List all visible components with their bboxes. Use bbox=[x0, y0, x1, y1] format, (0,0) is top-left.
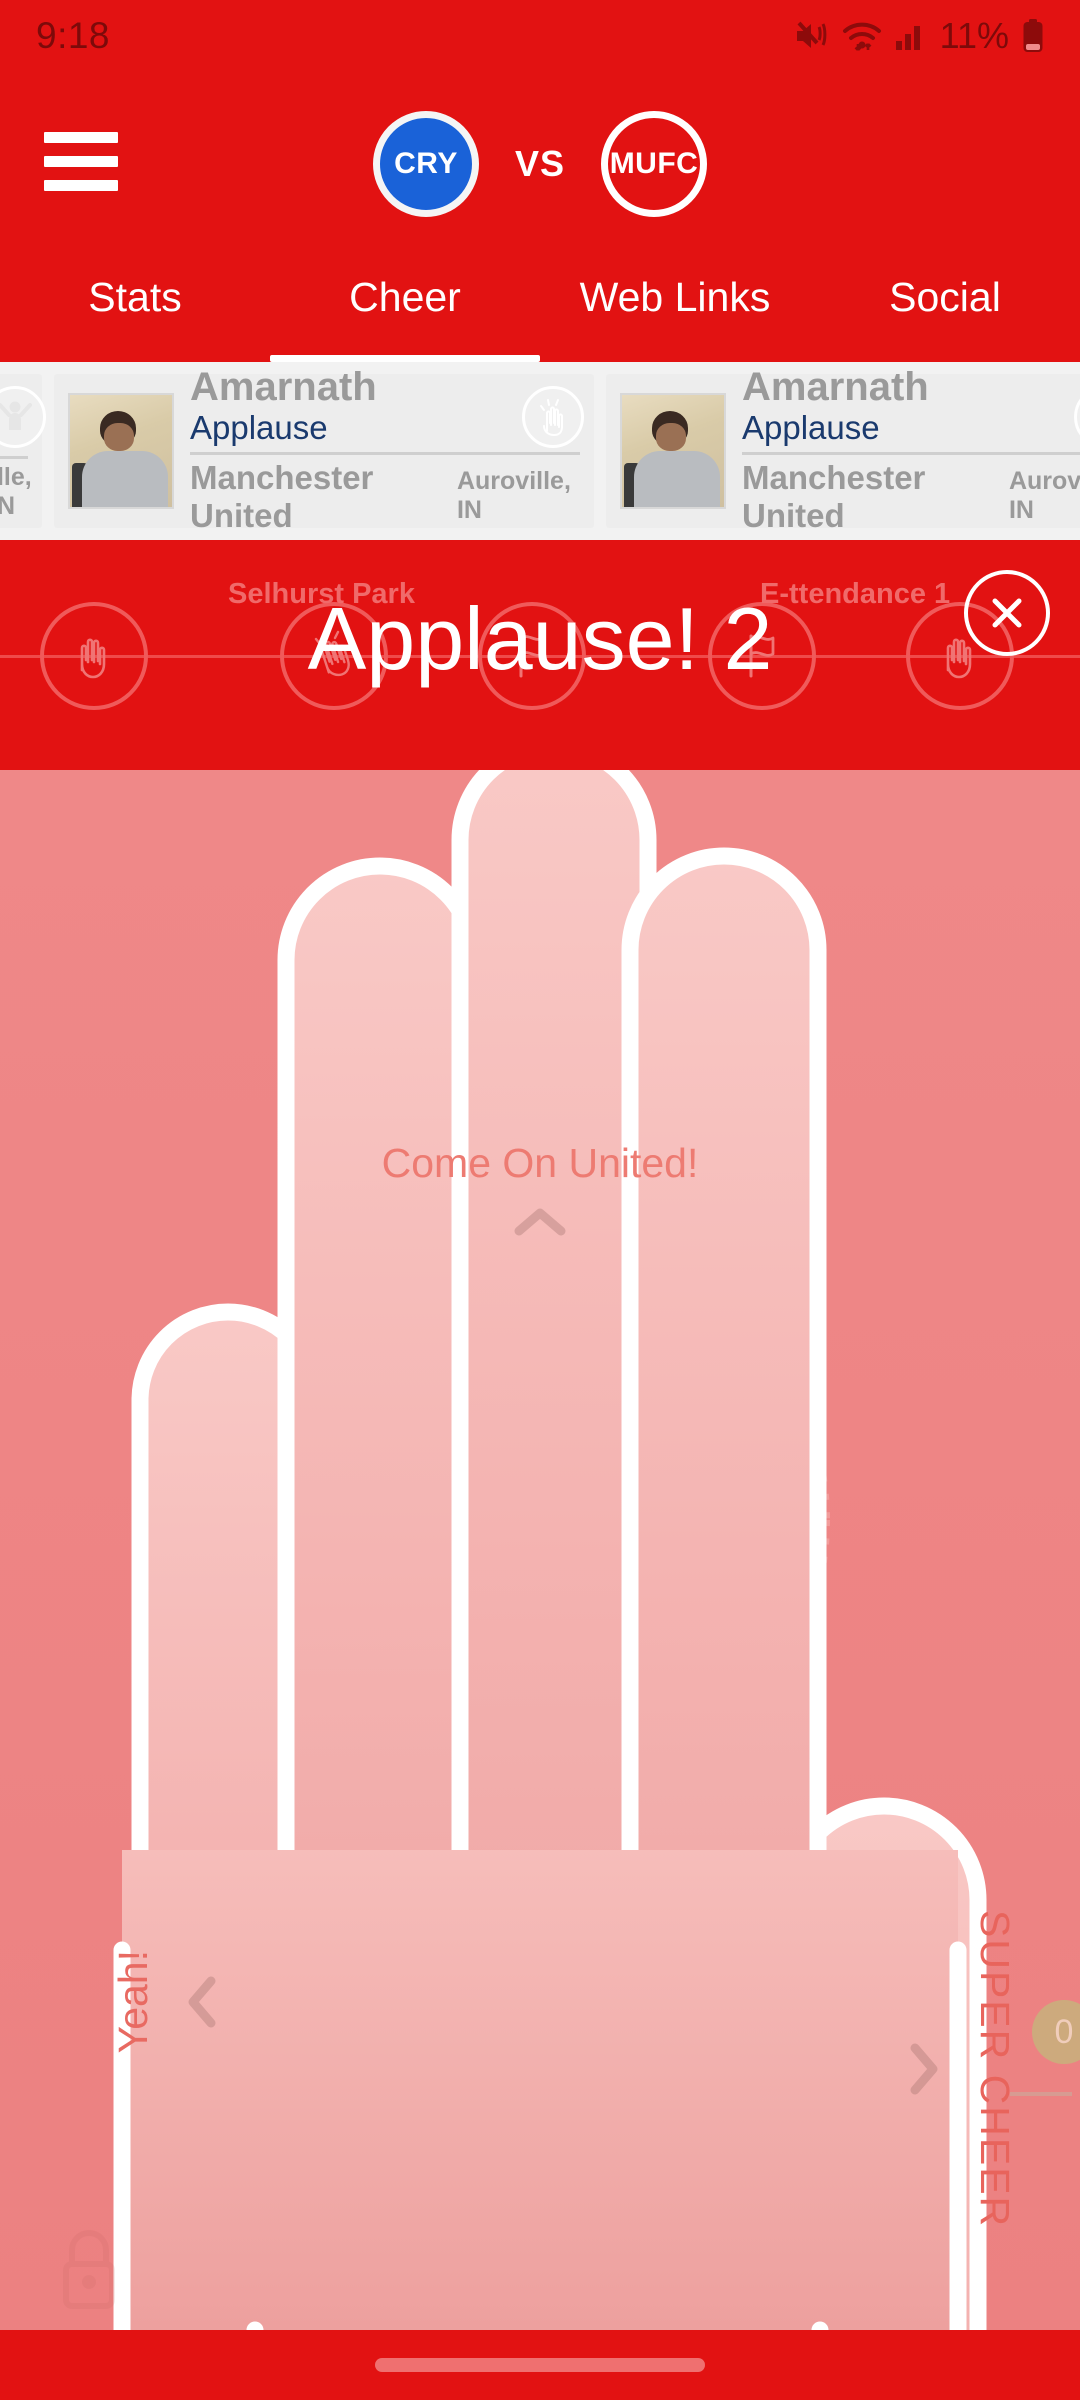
chevron-left-icon[interactable] bbox=[185, 1975, 219, 2029]
applause-title: Applause! 2 bbox=[307, 589, 773, 688]
lock-watermark-icon bbox=[63, 2230, 115, 2309]
applause-banner: Selhurst Park E-ttendance 1 Applause! 2 bbox=[0, 540, 1080, 770]
home-team-badge[interactable]: CRY bbox=[372, 111, 479, 217]
avatar bbox=[68, 393, 174, 509]
super-cheer-divider bbox=[1010, 2092, 1072, 2096]
cheer-card-name: Amarnath bbox=[742, 365, 929, 410]
divider bbox=[190, 451, 580, 455]
cheer-card-location: ille, IN bbox=[0, 462, 32, 520]
vs-label: VS bbox=[514, 143, 566, 184]
cheer-card[interactable]: Amarnath Applause Manchester United Auro… bbox=[606, 367, 1080, 534]
away-team-badge[interactable]: MUFC bbox=[601, 111, 708, 217]
avatar bbox=[620, 393, 726, 509]
battery-icon bbox=[1022, 19, 1044, 53]
divider bbox=[742, 451, 1080, 455]
cheer-card-team: Manchester United bbox=[190, 458, 374, 534]
status-time: 9:18 bbox=[36, 15, 111, 56]
left-cheer-label: Yeah! bbox=[110, 1950, 156, 2054]
tab-social[interactable]: Social bbox=[810, 252, 1080, 362]
match-badges: CRY VS MUFC bbox=[0, 110, 1080, 218]
top-cheer-control[interactable]: Come On United! bbox=[0, 1140, 1080, 1239]
right-cheer-label: SUPER CHEER bbox=[972, 1910, 1018, 2229]
cheer-stage[interactable]: Come On United! No! Yeah! SUPER CHEER 0 bbox=[0, 770, 1080, 2330]
cheer-card-name: Amarnath bbox=[190, 365, 377, 410]
tab-web-links[interactable]: Web Links bbox=[540, 252, 810, 362]
app-header: CRY VS MUFC bbox=[0, 72, 1080, 252]
right-cheer-control[interactable]: SUPER CHEER bbox=[907, 1910, 1018, 2228]
chevron-right-icon[interactable] bbox=[907, 2042, 941, 2096]
top-cheer-label: Come On United! bbox=[381, 1140, 699, 1186]
close-icon[interactable] bbox=[964, 570, 1050, 656]
chevron-up-icon[interactable] bbox=[513, 1205, 567, 1239]
cheer-card-team: Manchester United bbox=[742, 458, 926, 534]
cheer-card[interactable]: Amarnath Applause Manchester United Auro… bbox=[54, 367, 594, 534]
tab-cheer[interactable]: Cheer bbox=[270, 252, 540, 362]
cheer-card-partial[interactable]: ille, IN bbox=[0, 374, 46, 528]
mute-icon bbox=[795, 21, 829, 51]
system-nav-bar bbox=[0, 2330, 1080, 2400]
tab-stats[interactable]: Stats bbox=[0, 252, 270, 362]
applause-hands-icon bbox=[522, 386, 584, 448]
signal-icon bbox=[895, 22, 925, 50]
status-bar: 9:18 11% bbox=[0, 0, 1080, 72]
cheer-card-carousel[interactable]: ille, IN Amarnath Applause Manchester Un… bbox=[0, 362, 1080, 540]
cheer-card-location: Auroville, IN bbox=[456, 466, 571, 524]
left-cheer-control[interactable]: Yeah! bbox=[110, 1950, 219, 2053]
tab-bar: Stats Cheer Web Links Social bbox=[0, 252, 1080, 362]
cheer-card-location: Auroville, IN bbox=[1008, 466, 1080, 524]
battery-percent-label: 11% bbox=[939, 15, 1009, 56]
cheer-person-icon bbox=[0, 386, 46, 448]
cheer-card-action: Applause bbox=[742, 409, 880, 447]
wifi-icon bbox=[842, 20, 882, 52]
home-indicator[interactable] bbox=[375, 2358, 705, 2372]
status-icons-group: 11% bbox=[795, 15, 1044, 57]
